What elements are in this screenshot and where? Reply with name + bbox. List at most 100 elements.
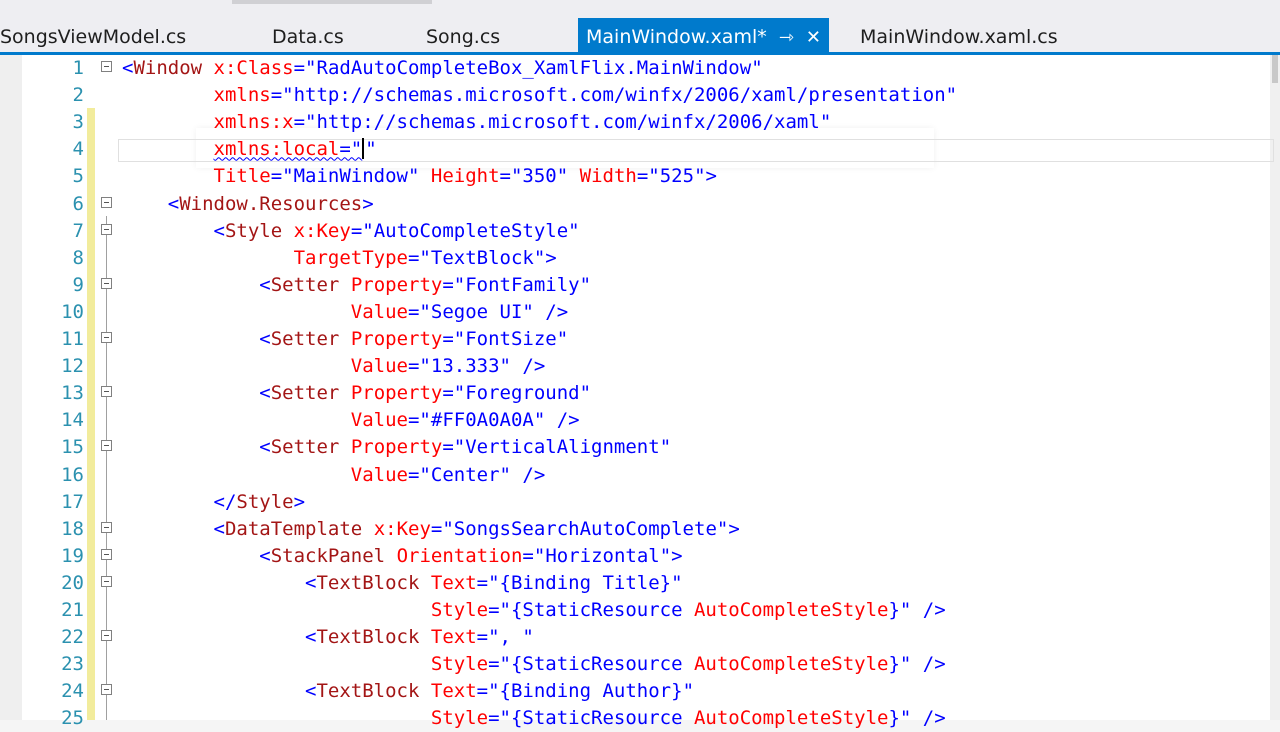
code-token: FontFamily	[465, 273, 580, 296]
code-token: FontSize	[465, 328, 557, 350]
code-token: >	[293, 490, 306, 513]
code-text: Value="Center" />	[122, 462, 546, 489]
collapse-icon[interactable]	[101, 630, 112, 642]
tab-label: MainWindow.xaml.cs	[860, 26, 1058, 48]
code-token: TargetType	[293, 246, 408, 269]
code-line[interactable]: 10 Value="Segoe UI" />	[0, 299, 1270, 326]
code-line[interactable]: 23 Style="{StaticResource AutoCompleteSt…	[0, 651, 1270, 678]
tab-label: Song.cs	[426, 26, 501, 48]
code-token: ="	[476, 626, 500, 649]
code-token: Setter	[270, 436, 351, 459]
code-line[interactable]: 8 TargetType="TextBlock">	[0, 245, 1270, 272]
code-line[interactable]: 15 <Setter Property="VerticalAlignment"	[0, 434, 1270, 461]
line-number: 1	[72, 57, 84, 79]
code-line[interactable]: 16 Value="Center" />	[0, 462, 1270, 489]
line-number: 5	[72, 165, 84, 188]
collapse-icon[interactable]	[101, 575, 112, 587]
collapse-icon[interactable]	[101, 332, 112, 343]
code-line[interactable]: 20 <TextBlock Text="{Binding Title}"	[0, 570, 1270, 597]
code-token: StackPanel	[270, 544, 397, 567]
code-line[interactable]: 12 Value="13.333" />	[0, 353, 1270, 380]
code-token: ="	[407, 463, 431, 486]
code-line[interactable]: 14 Value="#FF0A0A0A" />	[0, 407, 1270, 434]
tab-song[interactable]: Song.cs	[426, 18, 500, 52]
code-token: " />	[522, 300, 569, 323]
code-line[interactable]: 18 <DataTemplate x:Key="SongsSearchAutoC…	[0, 516, 1270, 543]
code-token: {StaticResource	[510, 653, 694, 676]
code-line[interactable]: 25 Style="{StaticResource AutoCompleteSt…	[0, 705, 1270, 732]
code-token: Style	[236, 490, 294, 513]
tab-songsviewmodel[interactable]: SongsViewModel.cs	[0, 18, 186, 52]
code-token: TextBlock	[316, 680, 431, 703]
code-line[interactable]: 5 Title="MainWindow" Height="350" Width=…	[0, 163, 1270, 190]
code-text: Style="{StaticResource AutoCompleteStyle…	[122, 651, 946, 678]
code-token: ="	[442, 436, 466, 459]
collapse-icon[interactable]	[101, 440, 112, 452]
tab-mainwindow-xaml-cs[interactable]: MainWindow.xaml.cs	[860, 18, 1058, 52]
code-line[interactable]: 6 <Window.Resources>	[0, 191, 1270, 218]
code-line[interactable]: 21 Style="{StaticResource AutoCompleteSt…	[0, 597, 1270, 624]
tab-data[interactable]: Data.cs	[272, 18, 344, 52]
code-line[interactable]: 7 <Style x:Key="AutoCompleteStyle"	[0, 218, 1270, 245]
code-text: <StackPanel Orientation="Horizontal">	[122, 543, 683, 570]
code-text: <Window x:Class="RadAutoCompleteBox_Xaml…	[122, 55, 763, 82]
code-token: Window.Resources	[179, 192, 363, 215]
code-line[interactable]: 9 <Setter Property="FontFamily"	[0, 272, 1270, 299]
code-token: ="	[499, 165, 523, 188]
code-token: xmlns:local	[213, 138, 340, 161]
code-token: Text	[430, 626, 477, 649]
code-line[interactable]: 2 xmlns="http://schemas.microsoft.com/wi…	[0, 82, 1270, 109]
code-line[interactable]: 24 <TextBlock Text="{Binding Author}"	[0, 678, 1270, 705]
line-number: 4	[72, 138, 84, 161]
code-token: AutoCompleteStyle	[373, 219, 569, 242]
code-text: <TextBlock Text="{Binding Author}"	[122, 678, 694, 705]
code-token: " />	[899, 653, 946, 676]
collapse-icon[interactable]	[101, 277, 112, 289]
code-token: xmlns	[213, 84, 271, 107]
line-number: 22	[61, 626, 84, 649]
code-token: }	[888, 707, 900, 730]
collapse-icon[interactable]	[101, 684, 112, 696]
code-token: RadAutoCompleteBox_XamlFlix.MainWindow	[316, 57, 752, 79]
line-number: 17	[61, 490, 84, 513]
code-token: Value	[350, 355, 408, 378]
code-line[interactable]: 13 <Setter Property="Foreground"	[0, 380, 1270, 407]
code-line[interactable]: 1 <Window x:Class="RadAutoCompleteBox_Xam…	[0, 55, 1270, 82]
code-token: VerticalAlignment	[465, 436, 660, 459]
code-line[interactable]: 17 </Style>	[0, 489, 1270, 516]
tab-mainwindow-xaml[interactable]: MainWindow.xaml* ⇾ ✕	[578, 18, 829, 52]
line-number: 18	[61, 517, 84, 540]
code-token: "	[556, 328, 569, 350]
code-token: Title	[213, 165, 271, 188]
code-text: <TextBlock Text="{Binding Title}"	[122, 570, 683, 597]
scrollbar-thumb[interactable]	[1272, 55, 1278, 83]
code-line[interactable]: 22 <TextBlock Text=", "	[0, 624, 1270, 651]
code-token: <	[259, 328, 271, 350]
code-text: xmlns:local=" "	[122, 136, 377, 163]
code-token: ">	[659, 544, 683, 567]
code-token: "	[568, 219, 580, 242]
code-token: <	[259, 273, 271, 296]
code-line[interactable]: 3 xmlns:x="http://schemas.microsoft.com/…	[0, 109, 1270, 136]
collapse-icon[interactable]	[101, 196, 112, 208]
collapse-icon[interactable]	[101, 61, 112, 72]
code-text: <Setter Property="Foreground"	[122, 380, 591, 407]
code-token: "	[751, 57, 763, 79]
code-line[interactable]: 4 xmlns:local=" "	[0, 136, 1270, 163]
collapse-icon[interactable]	[101, 521, 112, 533]
collapse-icon[interactable]	[101, 548, 112, 560]
code-line[interactable]: 11 <Setter Property="FontSize"	[0, 326, 1270, 353]
code-token: Width	[579, 165, 637, 188]
code-token: Property	[350, 328, 443, 350]
code-token: "	[556, 165, 580, 188]
code-text: </Style>	[122, 489, 306, 516]
code-text: TargetType="TextBlock">	[122, 245, 557, 272]
code-token: TextBlock	[316, 571, 431, 594]
line-number: 7	[72, 219, 84, 242]
code-token: AutoCompleteStyle	[693, 653, 889, 676]
collapse-icon[interactable]	[101, 223, 112, 235]
code-token: ="	[407, 246, 431, 269]
code-line[interactable]: 19 <StackPanel Orientation="Horizontal">	[0, 543, 1270, 570]
collapse-icon[interactable]	[101, 386, 112, 398]
code-token: >	[362, 192, 374, 215]
